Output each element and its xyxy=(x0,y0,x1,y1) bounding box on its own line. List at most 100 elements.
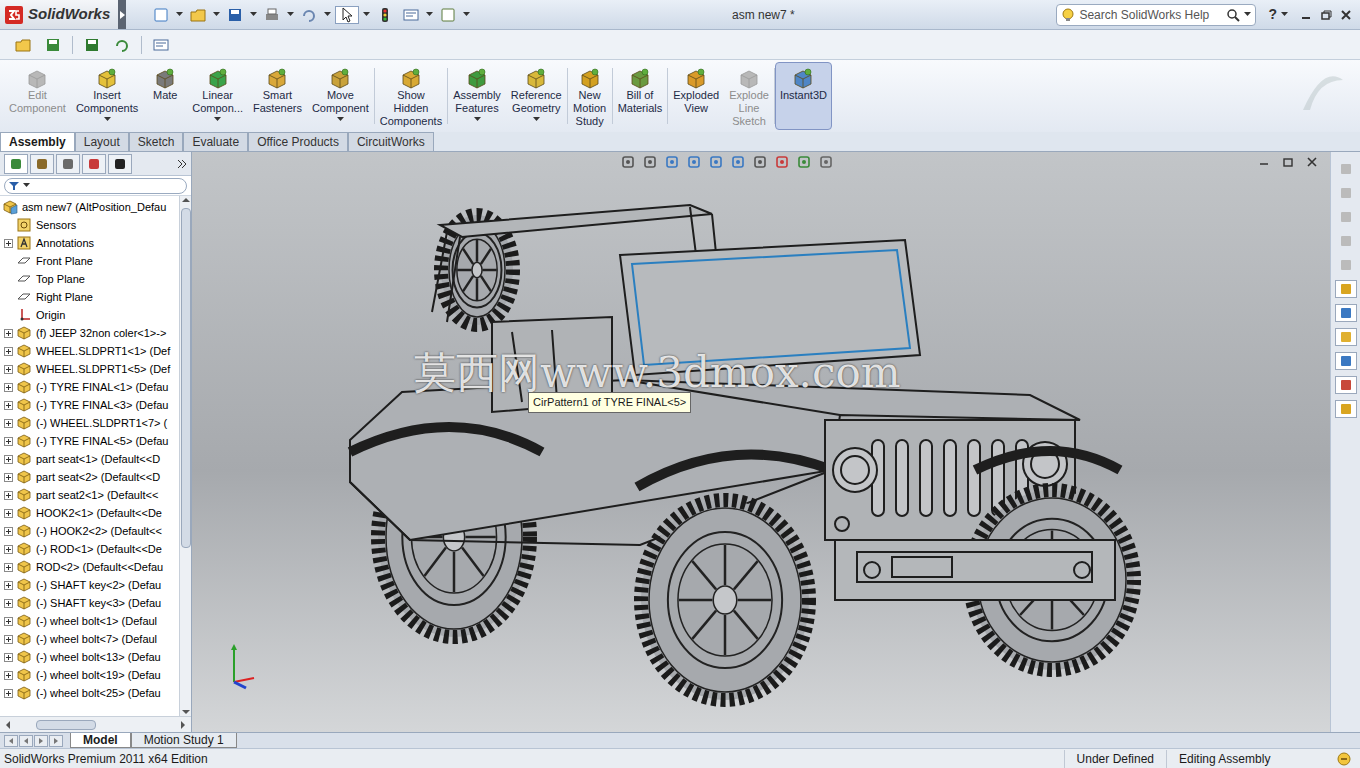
task-pane-tab[interactable] xyxy=(1335,256,1357,274)
help-button[interactable]: ? xyxy=(1264,4,1292,25)
app-menu-button[interactable] xyxy=(118,0,126,29)
ribbon-button[interactable]: ReferenceGeometry xyxy=(506,62,567,130)
restore-icon[interactable] xyxy=(1320,9,1332,21)
task-pane-tab[interactable] xyxy=(1335,232,1357,250)
expand-icon[interactable] xyxy=(4,437,13,446)
expand-icon[interactable] xyxy=(4,401,13,410)
expand-icon[interactable] xyxy=(4,671,13,680)
tree-item[interactable]: Sensors xyxy=(0,216,179,234)
tree-item[interactable]: (-) wheel bolt<13> (Defau xyxy=(0,648,179,666)
assembly-button[interactable] xyxy=(111,37,133,53)
view-tool-icon[interactable] xyxy=(796,154,812,170)
command-tab[interactable]: Sketch xyxy=(129,132,184,151)
open-button[interactable] xyxy=(187,7,209,23)
expand-icon[interactable] xyxy=(4,365,13,374)
ribbon-button[interactable]: Bill ofMaterials xyxy=(613,62,668,130)
tree-item[interactable]: (-) HOOK2<2> (Default<< xyxy=(0,522,179,540)
help-search[interactable]: Search SolidWorks Help xyxy=(1056,4,1256,26)
ribbon-button[interactable]: EditComponent xyxy=(4,62,71,130)
bottom-tab[interactable]: Motion Study 1 xyxy=(131,733,237,748)
expand-icon[interactable] xyxy=(4,545,13,554)
panel-tab[interactable] xyxy=(30,154,54,174)
expand-icon[interactable] xyxy=(4,689,13,698)
task-pane-tab[interactable] xyxy=(1335,184,1357,202)
properties-button[interactable] xyxy=(150,37,172,53)
command-tab[interactable]: Office Products xyxy=(248,132,348,151)
task-pane-tab[interactable] xyxy=(1335,280,1357,298)
view-tool-icon[interactable] xyxy=(774,154,790,170)
app-logo[interactable]: SolidWorks xyxy=(0,0,118,29)
task-pane-tab[interactable] xyxy=(1335,352,1357,370)
ribbon-button[interactable]: Mate xyxy=(143,62,187,130)
expand-icon[interactable] xyxy=(4,581,13,590)
tree-item[interactable]: (-) TYRE FINAL<5> (Defau xyxy=(0,432,179,450)
viewport-restore-icon[interactable] xyxy=(1282,156,1294,168)
vertical-scrollbar[interactable] xyxy=(179,196,191,716)
ribbon-button[interactable]: SmartFasteners xyxy=(248,62,307,130)
expand-icon[interactable] xyxy=(4,383,13,392)
tree-item[interactable]: (-) TYRE FINAL<1> (Defau xyxy=(0,378,179,396)
task-pane-tab[interactable] xyxy=(1335,328,1357,346)
tree-item[interactable]: part seat<2> (Default<<D xyxy=(0,468,179,486)
view-tool-icon[interactable] xyxy=(664,154,680,170)
expand-icon[interactable] xyxy=(4,239,13,248)
ribbon-button[interactable]: LinearCompon... xyxy=(187,62,248,130)
view-tool-icon[interactable] xyxy=(818,154,834,170)
tree-item[interactable]: WHEEL.SLDPRT1<5> (Def xyxy=(0,360,179,378)
expand-icon[interactable] xyxy=(4,563,13,572)
expand-icon[interactable] xyxy=(4,347,13,356)
ribbon-button[interactable]: InsertComponents xyxy=(71,62,143,130)
close-icon[interactable] xyxy=(1340,9,1352,21)
filter-bar[interactable] xyxy=(0,176,191,196)
bottom-tab[interactable]: Model xyxy=(70,733,131,748)
task-pane-tab[interactable] xyxy=(1335,304,1357,322)
expand-icon[interactable] xyxy=(4,509,13,518)
ribbon-button[interactable]: NewMotionStudy xyxy=(568,62,612,130)
status-info-icon[interactable] xyxy=(1336,751,1352,767)
tree-item[interactable]: WHEEL.SLDPRT1<1> (Def xyxy=(0,342,179,360)
tab-nav-button[interactable] xyxy=(49,735,63,747)
tree-item[interactable]: (f) JEEP 32non coler<1>-> xyxy=(0,324,179,342)
ribbon-button[interactable]: MoveComponent xyxy=(307,62,374,130)
tab-nav-button[interactable] xyxy=(19,735,33,747)
task-pane-tab[interactable] xyxy=(1335,160,1357,178)
task-pane-tab[interactable] xyxy=(1335,400,1357,418)
expand-icon[interactable] xyxy=(4,329,13,338)
expand-icon[interactable] xyxy=(4,419,13,428)
view-tool-icon[interactable] xyxy=(752,154,768,170)
command-tab[interactable]: Evaluate xyxy=(183,132,248,151)
ribbon-button[interactable]: AssemblyFeatures xyxy=(448,62,506,130)
expand-icon[interactable] xyxy=(4,599,13,608)
ribbon-button[interactable]: Instant3D xyxy=(775,62,832,130)
save-all-button[interactable] xyxy=(42,37,64,53)
tree-item[interactable]: (-) SHAFT key<3> (Defau xyxy=(0,594,179,612)
tree-item[interactable]: (-) TYRE FINAL<3> (Defau xyxy=(0,396,179,414)
view-tool-icon[interactable] xyxy=(642,154,658,170)
new-button[interactable] xyxy=(150,7,172,23)
tree-item[interactable]: (-) wheel bolt<1> (Defaul xyxy=(0,612,179,630)
tree-item[interactable]: Front Plane xyxy=(0,252,179,270)
tree-item[interactable]: (-) ROD<1> (Default<<De xyxy=(0,540,179,558)
task-pane-tab[interactable] xyxy=(1335,208,1357,226)
tree-item[interactable]: asm new7 (AltPosition_Defau xyxy=(0,198,179,216)
viewport-close-icon[interactable] xyxy=(1306,156,1318,168)
view-tool-icon[interactable] xyxy=(620,154,636,170)
jeep-model[interactable] xyxy=(192,152,1330,732)
view-tool-icon[interactable] xyxy=(686,154,702,170)
component-button[interactable] xyxy=(81,37,103,53)
select-button[interactable] xyxy=(335,6,359,24)
save-button[interactable] xyxy=(224,7,246,23)
scroll-thumb[interactable] xyxy=(181,208,191,548)
tree-item[interactable]: (-) wheel bolt<19> (Defau xyxy=(0,666,179,684)
open-folder-button[interactable] xyxy=(12,37,34,53)
tree-item[interactable]: (-) wheel bolt<25> (Defau xyxy=(0,684,179,702)
expand-icon[interactable] xyxy=(4,473,13,482)
expand-icon[interactable] xyxy=(4,527,13,536)
expand-icon[interactable] xyxy=(4,617,13,626)
tree-item[interactable]: (-) SHAFT key<2> (Defau xyxy=(0,576,179,594)
panel-tab[interactable] xyxy=(56,154,80,174)
ribbon-button[interactable]: ShowHiddenComponents xyxy=(375,62,447,130)
tree-item[interactable]: (-) wheel bolt<7> (Defaul xyxy=(0,630,179,648)
tab-nav-button[interactable] xyxy=(34,735,48,747)
tree-item[interactable]: HOOK2<1> (Default<<De xyxy=(0,504,179,522)
